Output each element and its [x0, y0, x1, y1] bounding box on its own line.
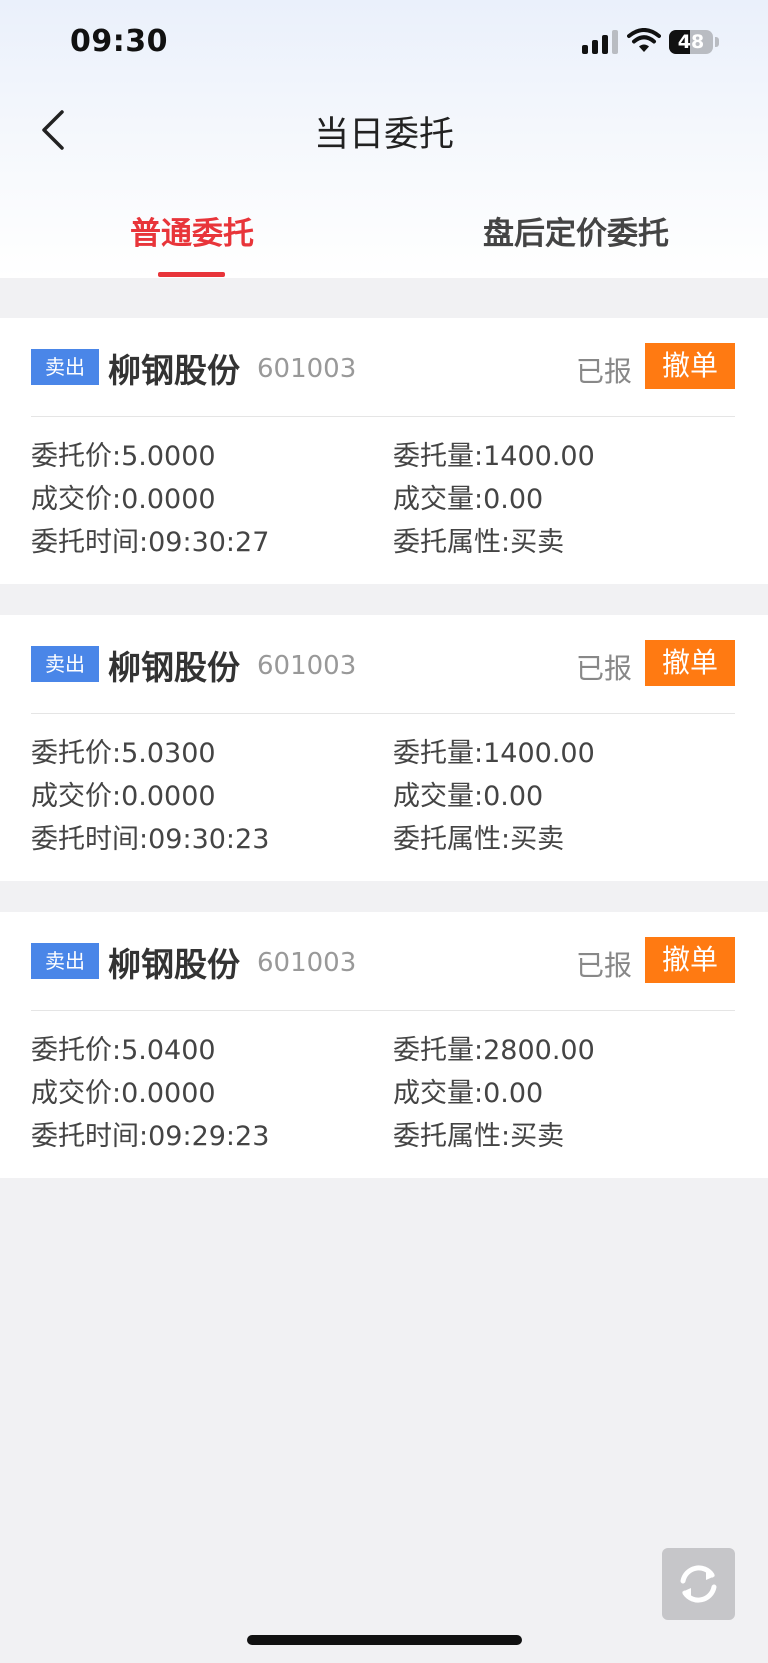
order-price-field: 委托价:5.0400 [31, 1028, 216, 1067]
order-time-label: 委托时间: [31, 1121, 149, 1152]
order-time-field: 委托时间:09:29:23 [31, 1114, 269, 1153]
stock-code: 601003 [257, 948, 357, 978]
order-status: 已报 [576, 949, 633, 982]
order-qty-field: 委托量:1400.00 [393, 434, 595, 473]
order-attr-value: 买卖 [510, 527, 565, 558]
order-attr-value: 买卖 [510, 824, 565, 855]
battery-tip [715, 37, 719, 47]
order-qty-label: 委托量: [393, 1035, 484, 1066]
stock-name: 柳钢股份 [108, 351, 240, 390]
order-qty-label: 委托量: [393, 441, 484, 472]
nav-bar: 当日委托 [0, 90, 768, 170]
deal-price-label: 成交价: [31, 781, 122, 812]
deal-price-field: 成交价:0.0000 [31, 477, 216, 516]
order-attr-label: 委托属性: [393, 527, 511, 558]
stock-code: 601003 [257, 651, 357, 681]
order-qty-label: 委托量: [393, 738, 484, 769]
deal-price-label: 成交价: [31, 1078, 122, 1109]
battery-icon: 48 [669, 30, 713, 54]
order-qty-value: 1400.00 [483, 441, 595, 472]
sell-badge: 卖出 [31, 646, 99, 682]
order-price-value: 5.0400 [121, 1035, 216, 1066]
order-card: 卖出 柳钢股份 601003 已报 撤单 委托价:5.0300 成交价:0.00… [0, 615, 768, 881]
order-attr-label: 委托属性: [393, 824, 511, 855]
order-price-label: 委托价: [31, 738, 122, 769]
order-qty-field: 委托量:2800.00 [393, 1028, 595, 1067]
order-time-label: 委托时间: [31, 824, 149, 855]
order-time-label: 委托时间: [31, 527, 149, 558]
order-attr-value: 买卖 [510, 1121, 565, 1152]
active-tab-indicator [158, 272, 225, 277]
deal-qty-value: 0.00 [483, 1078, 544, 1109]
status-time: 09:30 [70, 24, 168, 59]
tab-after-hours-orders[interactable]: 盘后定价委托 [384, 190, 768, 278]
order-time-value: 09:30:27 [148, 527, 270, 558]
order-qty-field: 委托量:1400.00 [393, 731, 595, 770]
refresh-button[interactable] [662, 1548, 735, 1620]
order-attr-field: 委托属性:买卖 [393, 520, 564, 559]
deal-qty-field: 成交量:0.00 [393, 774, 543, 813]
order-time-field: 委托时间:09:30:27 [31, 520, 269, 559]
order-attr-field: 委托属性:买卖 [393, 1114, 564, 1153]
deal-qty-value: 0.00 [483, 484, 544, 515]
order-price-label: 委托价: [31, 441, 122, 472]
cancel-order-button[interactable]: 撤单 [645, 640, 735, 686]
order-price-field: 委托价:5.0300 [31, 731, 216, 770]
cancel-order-button[interactable]: 撤单 [645, 937, 735, 983]
deal-price-label: 成交价: [31, 484, 122, 515]
divider [31, 416, 735, 417]
order-attr-field: 委托属性:买卖 [393, 817, 564, 856]
sell-badge: 卖出 [31, 943, 99, 979]
battery-level: 48 [677, 31, 705, 53]
page-title: 当日委托 [313, 115, 454, 155]
deal-qty-field: 成交量:0.00 [393, 1071, 543, 1110]
deal-qty-label: 成交量: [393, 484, 484, 515]
order-price-field: 委托价:5.0000 [31, 434, 216, 473]
deal-qty-value: 0.00 [483, 781, 544, 812]
status-bar: 09:30 48 [0, 0, 768, 90]
deal-price-value: 0.0000 [121, 781, 216, 812]
order-qty-value: 2800.00 [483, 1035, 595, 1066]
sell-badge: 卖出 [31, 349, 99, 385]
divider [31, 713, 735, 714]
cancel-order-button[interactable]: 撤单 [645, 343, 735, 389]
divider [31, 1010, 735, 1011]
order-card: 卖出 柳钢股份 601003 已报 撤单 委托价:5.0400 成交价:0.00… [0, 912, 768, 1178]
deal-qty-field: 成交量:0.00 [393, 477, 543, 516]
deal-price-value: 0.0000 [121, 1078, 216, 1109]
deal-price-value: 0.0000 [121, 484, 216, 515]
deal-price-field: 成交价:0.0000 [31, 1071, 216, 1110]
order-price-value: 5.0000 [121, 441, 216, 472]
order-attr-label: 委托属性: [393, 1121, 511, 1152]
order-qty-value: 1400.00 [483, 738, 595, 769]
order-card: 卖出 柳钢股份 601003 已报 撤单 委托价:5.0000 成交价:0.00… [0, 318, 768, 584]
tab-bar: 普通委托 盘后定价委托 [0, 190, 768, 278]
order-price-value: 5.0300 [121, 738, 216, 769]
order-status: 已报 [576, 652, 633, 685]
order-price-label: 委托价: [31, 1035, 122, 1066]
deal-price-field: 成交价:0.0000 [31, 774, 216, 813]
tab-normal-orders[interactable]: 普通委托 [0, 190, 384, 278]
stock-name: 柳钢股份 [108, 648, 240, 687]
stock-code: 601003 [257, 354, 357, 384]
signal-icon [582, 30, 618, 54]
order-time-value: 09:30:23 [148, 824, 270, 855]
order-time-value: 09:29:23 [148, 1121, 270, 1152]
wifi-icon [627, 28, 661, 52]
deal-qty-label: 成交量: [393, 781, 484, 812]
order-time-field: 委托时间:09:30:23 [31, 817, 269, 856]
home-indicator [247, 1635, 522, 1645]
stock-name: 柳钢股份 [108, 945, 240, 984]
deal-qty-label: 成交量: [393, 1078, 484, 1109]
refresh-icon [680, 1565, 717, 1603]
order-status: 已报 [576, 355, 633, 388]
